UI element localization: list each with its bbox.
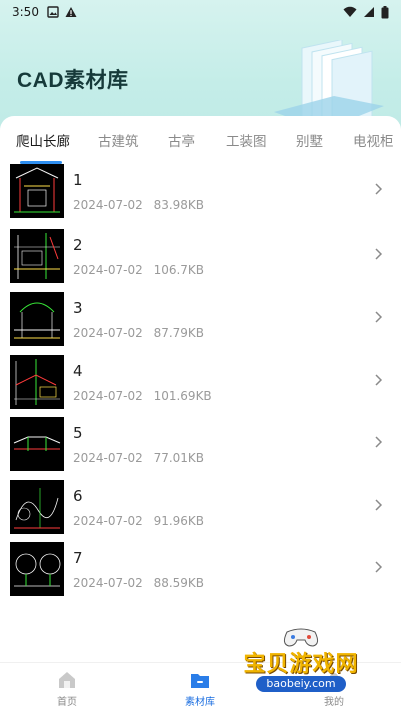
chevron-right-icon: [375, 499, 383, 511]
chevron-right-icon: [375, 561, 383, 573]
watermark-text: 宝贝游戏网: [243, 652, 359, 677]
item-date: 2024-07-02: [73, 198, 143, 212]
list-item[interactable]: 3 2024-07-02 87.79KB: [0, 292, 401, 354]
chevron-right-icon: [375, 374, 383, 386]
tab-climbing-corridor[interactable]: 爬山长廊: [16, 130, 70, 150]
item-name: 2: [73, 236, 83, 254]
list-item[interactable]: 1 2024-07-02 83.98KB: [0, 164, 401, 226]
gamepad-icon: [283, 628, 319, 647]
cad-thumbnail: [10, 229, 64, 283]
cad-thumbnail: [10, 292, 64, 346]
item-meta: 2024-07-02 106.7KB: [73, 263, 204, 277]
item-meta: 2024-07-02 91.96KB: [73, 514, 204, 528]
item-meta: 2024-07-02 83.98KB: [73, 198, 204, 212]
chevron-right-icon: [375, 436, 383, 448]
item-meta: 2024-07-02 77.01KB: [73, 451, 204, 465]
tab-construction-drawing[interactable]: 工装图: [226, 130, 267, 150]
warning-icon: [65, 7, 77, 17]
cad-thumbnail: [10, 164, 64, 218]
battery-icon: [381, 5, 389, 18]
item-name: 1: [73, 171, 83, 189]
item-date: 2024-07-02: [73, 514, 143, 528]
page-title: CAD素材库: [17, 69, 129, 92]
watermark-url: baobeiy.com: [256, 676, 346, 692]
nav-home-label: 首页: [57, 697, 77, 708]
item-name: 3: [73, 299, 83, 317]
item-size: 91.96KB: [153, 514, 205, 528]
item-meta: 2024-07-02 87.79KB: [73, 326, 204, 340]
image-icon: [47, 6, 59, 18]
item-meta: 2024-07-02 88.59KB: [73, 576, 204, 590]
chevron-right-icon: [375, 248, 383, 260]
tab-tv-cabinet[interactable]: 电视柜: [353, 130, 394, 150]
cad-thumbnail: [10, 542, 64, 596]
category-tabs: 爬山长廊 古建筑 古亭 工装图 别墅 电视柜: [0, 126, 401, 162]
cad-thumbnail: [10, 417, 64, 471]
list-item[interactable]: 6 2024-07-02 91.96KB: [0, 480, 401, 542]
item-name: 4: [73, 362, 83, 380]
status-bar: 3:50: [0, 0, 401, 24]
nav-materials-label: 素材库: [185, 697, 215, 708]
list-item[interactable]: 5 2024-07-02 77.01KB: [0, 417, 401, 479]
list-item[interactable]: 7 2024-07-02 88.59KB: [0, 542, 401, 604]
item-date: 2024-07-02: [73, 263, 143, 277]
tab-ancient-architecture[interactable]: 古建筑: [98, 130, 139, 150]
watermark: 宝贝游戏网 baobeiy.com: [226, 628, 376, 708]
item-name: 5: [73, 424, 83, 442]
cad-thumbnail: [10, 480, 64, 534]
item-size: 106.7KB: [153, 263, 205, 277]
item-size: 101.69KB: [153, 389, 212, 403]
nav-home[interactable]: 首页: [27, 669, 107, 708]
list-item[interactable]: 2 2024-07-02 106.7KB: [0, 229, 401, 291]
item-name: 6: [73, 487, 83, 505]
item-size: 77.01KB: [153, 451, 205, 465]
item-size: 83.98KB: [153, 198, 205, 212]
item-date: 2024-07-02: [73, 389, 143, 403]
item-date: 2024-07-02: [73, 451, 143, 465]
item-date: 2024-07-02: [73, 576, 143, 590]
home-icon: [59, 672, 75, 688]
item-date: 2024-07-02: [73, 326, 143, 340]
cad-thumbnail: [10, 355, 64, 409]
item-meta: 2024-07-02 101.69KB: [73, 389, 212, 403]
item-size: 88.59KB: [153, 576, 205, 590]
tab-ancient-pavilion[interactable]: 古亭: [168, 130, 195, 150]
status-time: 3:50: [12, 5, 39, 19]
item-size: 87.79KB: [153, 326, 205, 340]
wifi-icon: [343, 6, 357, 17]
signal-icon: [364, 7, 374, 17]
list-item[interactable]: 4 2024-07-02 101.69KB: [0, 355, 401, 417]
chevron-right-icon: [375, 311, 383, 323]
content-card: 爬山长廊 古建筑 古亭 工装图 别墅 电视柜 1 2024-07-02 83.9…: [0, 116, 401, 676]
tab-villa[interactable]: 别墅: [296, 130, 323, 150]
folder-icon: [191, 674, 209, 688]
item-name: 7: [73, 549, 83, 567]
chevron-right-icon: [375, 183, 383, 195]
